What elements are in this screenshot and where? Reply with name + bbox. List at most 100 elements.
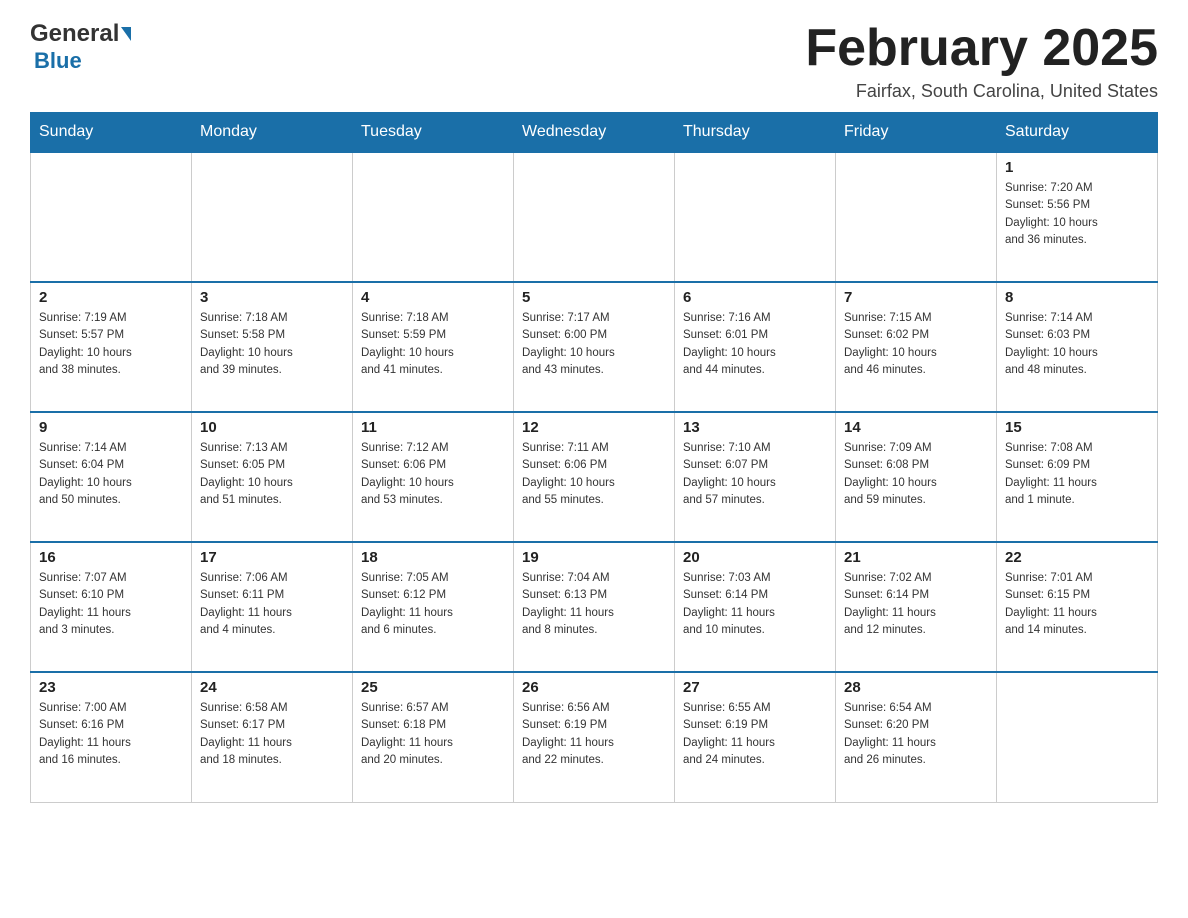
logo-arrow-icon (121, 27, 131, 41)
calendar-cell: 16Sunrise: 7:07 AMSunset: 6:10 PMDayligh… (31, 542, 192, 672)
weekday-header-wednesday: Wednesday (514, 113, 675, 153)
day-info: Sunrise: 7:20 AMSunset: 5:56 PMDaylight:… (1005, 180, 1149, 249)
logo-general-text: General (30, 20, 119, 48)
logo: General Blue (30, 20, 133, 74)
day-info: Sunrise: 7:11 AMSunset: 6:06 PMDaylight:… (522, 440, 666, 509)
calendar-cell: 9Sunrise: 7:14 AMSunset: 6:04 PMDaylight… (31, 412, 192, 542)
calendar-cell: 11 Sunrise: 7:12 AMSunset: 6:06 PMDayligh… (353, 412, 514, 542)
day-info: Sunrise: 6:56 AMSunset: 6:19 PMDaylight:… (522, 700, 666, 769)
title-section: February 2025 Fairfax, South Carolina, U… (805, 20, 1158, 102)
day-number: 28 (844, 679, 988, 696)
day-info: Sunrise: 7:00 AMSunset: 6:16 PMDaylight:… (39, 700, 183, 769)
calendar-cell: 26 Sunrise: 6:56 AMSunset: 6:19 PMDayligh… (514, 672, 675, 802)
calendar-cell: 7 Sunrise: 7:15 AMSunset: 6:02 PMDaylight… (836, 282, 997, 412)
day-number: 8 (1005, 289, 1149, 306)
day-info: Sunrise: 7:01 AMSunset: 6:15 PMDaylight:… (1005, 570, 1149, 639)
day-number: 22 (1005, 549, 1149, 566)
calendar-cell: 5Sunrise: 7:17 AMSunset: 6:00 PMDaylight… (514, 282, 675, 412)
calendar-week-4: 23 Sunrise: 7:00 AMSunset: 6:16 PMDayligh… (31, 672, 1158, 802)
day-number: 17 (200, 549, 344, 566)
calendar-cell (31, 152, 192, 282)
day-info: Sunrise: 7:09 AMSunset: 6:08 PMDaylight:… (844, 440, 988, 509)
calendar-cell: 12Sunrise: 7:11 AMSunset: 6:06 PMDayligh… (514, 412, 675, 542)
day-number: 10 (200, 419, 344, 436)
day-number: 2 (39, 289, 183, 306)
calendar-cell: 13Sunrise: 7:10 AMSunset: 6:07 PMDayligh… (675, 412, 836, 542)
calendar-cell: 27Sunrise: 6:55 AMSunset: 6:19 PMDayligh… (675, 672, 836, 802)
day-number: 14 (844, 419, 988, 436)
day-info: Sunrise: 6:57 AMSunset: 6:18 PMDaylight:… (361, 700, 505, 769)
day-number: 6 (683, 289, 827, 306)
day-number: 3 (200, 289, 344, 306)
day-number: 25 (361, 679, 505, 696)
calendar-cell: 23 Sunrise: 7:00 AMSunset: 6:16 PMDayligh… (31, 672, 192, 802)
calendar-cell: 3Sunrise: 7:18 AMSunset: 5:58 PMDaylight… (192, 282, 353, 412)
day-number: 7 (844, 289, 988, 306)
day-info: Sunrise: 7:14 AMSunset: 6:04 PMDaylight:… (39, 440, 183, 509)
day-number: 21 (844, 549, 988, 566)
calendar-cell: 4 Sunrise: 7:18 AMSunset: 5:59 PMDaylight… (353, 282, 514, 412)
weekday-header-monday: Monday (192, 113, 353, 153)
calendar-cell: 10 Sunrise: 7:13 AMSunset: 6:05 PMDayligh… (192, 412, 353, 542)
day-info: Sunrise: 7:08 AMSunset: 6:09 PMDaylight:… (1005, 440, 1149, 509)
day-info: Sunrise: 6:55 AMSunset: 6:19 PMDaylight:… (683, 700, 827, 769)
calendar-cell: 15Sunrise: 7:08 AMSunset: 6:09 PMDayligh… (997, 412, 1158, 542)
day-number: 19 (522, 549, 666, 566)
day-number: 11 (361, 419, 505, 436)
calendar-week-2: 9Sunrise: 7:14 AMSunset: 6:04 PMDaylight… (31, 412, 1158, 542)
calendar-week-1: 2Sunrise: 7:19 AMSunset: 5:57 PMDaylight… (31, 282, 1158, 412)
logo-blue-text: Blue (34, 48, 82, 73)
calendar-cell: 8Sunrise: 7:14 AMSunset: 6:03 PMDaylight… (997, 282, 1158, 412)
calendar-cell: 28 Sunrise: 6:54 AMSunset: 6:20 PMDayligh… (836, 672, 997, 802)
logo-blue-row: Blue (34, 48, 82, 74)
calendar-week-0: 1 Sunrise: 7:20 AMSunset: 5:56 PMDaylight… (31, 152, 1158, 282)
calendar-cell: 20 Sunrise: 7:03 AMSunset: 6:14 PMDayligh… (675, 542, 836, 672)
calendar-week-3: 16Sunrise: 7:07 AMSunset: 6:10 PMDayligh… (31, 542, 1158, 672)
weekday-header-row: SundayMondayTuesdayWednesdayThursdayFrid… (31, 113, 1158, 153)
logo-wrapper: General (30, 20, 133, 48)
day-number: 5 (522, 289, 666, 306)
calendar-cell: 24 Sunrise: 6:58 AMSunset: 6:17 PMDayligh… (192, 672, 353, 802)
weekday-header-sunday: Sunday (31, 113, 192, 153)
day-number: 4 (361, 289, 505, 306)
calendar-cell: 6 Sunrise: 7:16 AMSunset: 6:01 PMDaylight… (675, 282, 836, 412)
day-number: 18 (361, 549, 505, 566)
calendar-cell: 14 Sunrise: 7:09 AMSunset: 6:08 PMDayligh… (836, 412, 997, 542)
calendar-cell (353, 152, 514, 282)
day-info: Sunrise: 6:58 AMSunset: 6:17 PMDaylight:… (200, 700, 344, 769)
calendar-table: SundayMondayTuesdayWednesdayThursdayFrid… (30, 112, 1158, 803)
calendar-cell: 25 Sunrise: 6:57 AMSunset: 6:18 PMDayligh… (353, 672, 514, 802)
day-info: Sunrise: 7:13 AMSunset: 6:05 PMDaylight:… (200, 440, 344, 509)
day-info: Sunrise: 7:18 AMSunset: 5:59 PMDaylight:… (361, 310, 505, 379)
calendar-cell (997, 672, 1158, 802)
weekday-header-friday: Friday (836, 113, 997, 153)
day-number: 24 (200, 679, 344, 696)
day-info: Sunrise: 7:12 AMSunset: 6:06 PMDaylight:… (361, 440, 505, 509)
day-info: Sunrise: 7:06 AMSunset: 6:11 PMDaylight:… (200, 570, 344, 639)
calendar-cell: 2Sunrise: 7:19 AMSunset: 5:57 PMDaylight… (31, 282, 192, 412)
day-info: Sunrise: 6:54 AMSunset: 6:20 PMDaylight:… (844, 700, 988, 769)
day-info: Sunrise: 7:03 AMSunset: 6:14 PMDaylight:… (683, 570, 827, 639)
day-number: 23 (39, 679, 183, 696)
calendar-cell (836, 152, 997, 282)
calendar-cell (675, 152, 836, 282)
calendar-cell: 19 Sunrise: 7:04 AMSunset: 6:13 PMDayligh… (514, 542, 675, 672)
weekday-header-tuesday: Tuesday (353, 113, 514, 153)
calendar-cell: 1 Sunrise: 7:20 AMSunset: 5:56 PMDaylight… (997, 152, 1158, 282)
weekday-header-thursday: Thursday (675, 113, 836, 153)
calendar-cell (514, 152, 675, 282)
day-info: Sunrise: 7:15 AMSunset: 6:02 PMDaylight:… (844, 310, 988, 379)
month-title: February 2025 (805, 20, 1158, 77)
day-info: Sunrise: 7:16 AMSunset: 6:01 PMDaylight:… (683, 310, 827, 379)
day-number: 26 (522, 679, 666, 696)
day-info: Sunrise: 7:04 AMSunset: 6:13 PMDaylight:… (522, 570, 666, 639)
day-info: Sunrise: 7:02 AMSunset: 6:14 PMDaylight:… (844, 570, 988, 639)
location-text: Fairfax, South Carolina, United States (805, 81, 1158, 102)
day-info: Sunrise: 7:05 AMSunset: 6:12 PMDaylight:… (361, 570, 505, 639)
day-number: 1 (1005, 159, 1149, 176)
day-number: 20 (683, 549, 827, 566)
calendar-cell: 17 Sunrise: 7:06 AMSunset: 6:11 PMDayligh… (192, 542, 353, 672)
day-number: 13 (683, 419, 827, 436)
calendar-cell: 22 Sunrise: 7:01 AMSunset: 6:15 PMDayligh… (997, 542, 1158, 672)
weekday-header-saturday: Saturday (997, 113, 1158, 153)
